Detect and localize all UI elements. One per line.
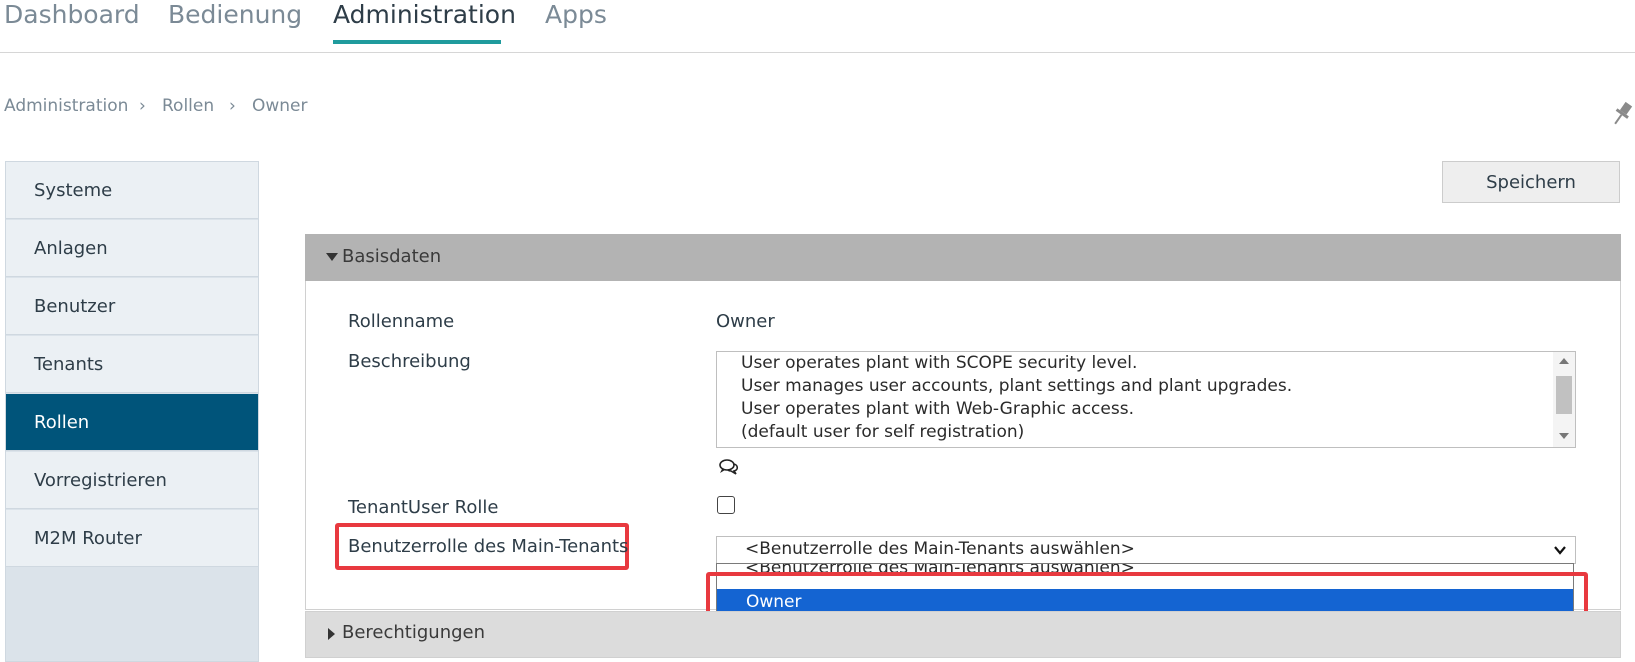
chevron-down-icon[interactable] — [1553, 543, 1567, 557]
beschreibung-textarea[interactable]: User operates plant with SCOPE security … — [716, 351, 1576, 448]
breadcrumb-chevron-icon: › — [139, 96, 146, 116]
tab-bedienung[interactable]: Bedienung — [168, 0, 302, 29]
rollenname-value: Owner — [716, 311, 775, 332]
tab-dashboard[interactable]: Dashboard — [4, 0, 140, 29]
tenantuser-label: TenantUser Rolle — [348, 497, 499, 518]
beschreibung-line: (default user for self registration) — [741, 422, 1025, 442]
sidebar-item-systeme[interactable]: Systeme — [6, 162, 258, 219]
breadcrumb-item-owner: Owner — [252, 96, 308, 116]
tenantuser-checkbox[interactable] — [717, 496, 735, 514]
berechtigungen-title[interactable]: Berechtigungen — [342, 622, 485, 643]
beschreibung-line: User operates plant with SCOPE security … — [741, 353, 1138, 373]
sidebar-item-m2m-router[interactable]: M2M Router — [6, 510, 258, 567]
main-tenant-role-label: Benutzerrolle des Main-Tenants — [348, 536, 629, 557]
caret-down-icon[interactable] — [326, 253, 338, 261]
active-tab-indicator — [333, 40, 501, 44]
tab-apps[interactable]: Apps — [545, 0, 607, 29]
save-button[interactable]: Speichern — [1442, 161, 1620, 203]
breadcrumb-item-administration[interactable]: Administration — [4, 96, 128, 116]
sidebar-item-anlagen[interactable]: Anlagen — [6, 220, 258, 277]
sidebar-item-rollen[interactable]: Rollen — [6, 394, 258, 451]
basisdaten-title[interactable]: Basisdaten — [342, 246, 441, 267]
beschreibung-line: User manages user accounts, plant settin… — [741, 376, 1293, 396]
textarea-scrollbar[interactable] — [1553, 352, 1575, 447]
scroll-down-icon[interactable] — [1559, 433, 1569, 439]
breadcrumb-chevron-icon: › — [229, 96, 236, 116]
sidebar-item-tenants[interactable]: Tenants — [6, 336, 258, 393]
basisdaten-header[interactable] — [305, 234, 1621, 281]
beschreibung-label: Beschreibung — [348, 351, 471, 372]
sidebar: Systeme Anlagen Benutzer Tenants Rollen … — [5, 161, 259, 662]
scrollbar-thumb[interactable] — [1556, 376, 1572, 414]
sidebar-item-vorregistrieren[interactable]: Vorregistrieren — [6, 452, 258, 509]
scroll-up-icon[interactable] — [1559, 358, 1569, 364]
top-navigation: Dashboard Bedienung Administration Apps — [0, 0, 1635, 53]
rollenname-label: Rollenname — [348, 311, 455, 332]
chat-bubbles-icon[interactable] — [718, 458, 740, 476]
pin-icon[interactable] — [1610, 100, 1634, 128]
main-tenant-role-select[interactable]: <Benutzerrolle des Main-Tenants auswähle… — [716, 536, 1576, 564]
select-current-value: <Benutzerrolle des Main-Tenants auswähle… — [745, 539, 1135, 559]
breadcrumb-item-rollen[interactable]: Rollen — [162, 96, 214, 116]
caret-right-icon[interactable] — [328, 628, 335, 640]
tab-administration[interactable]: Administration — [333, 0, 516, 29]
sidebar-item-benutzer[interactable]: Benutzer — [6, 278, 258, 335]
beschreibung-line: User operates plant with Web-Graphic acc… — [741, 399, 1134, 419]
berechtigungen-header[interactable] — [305, 611, 1621, 658]
